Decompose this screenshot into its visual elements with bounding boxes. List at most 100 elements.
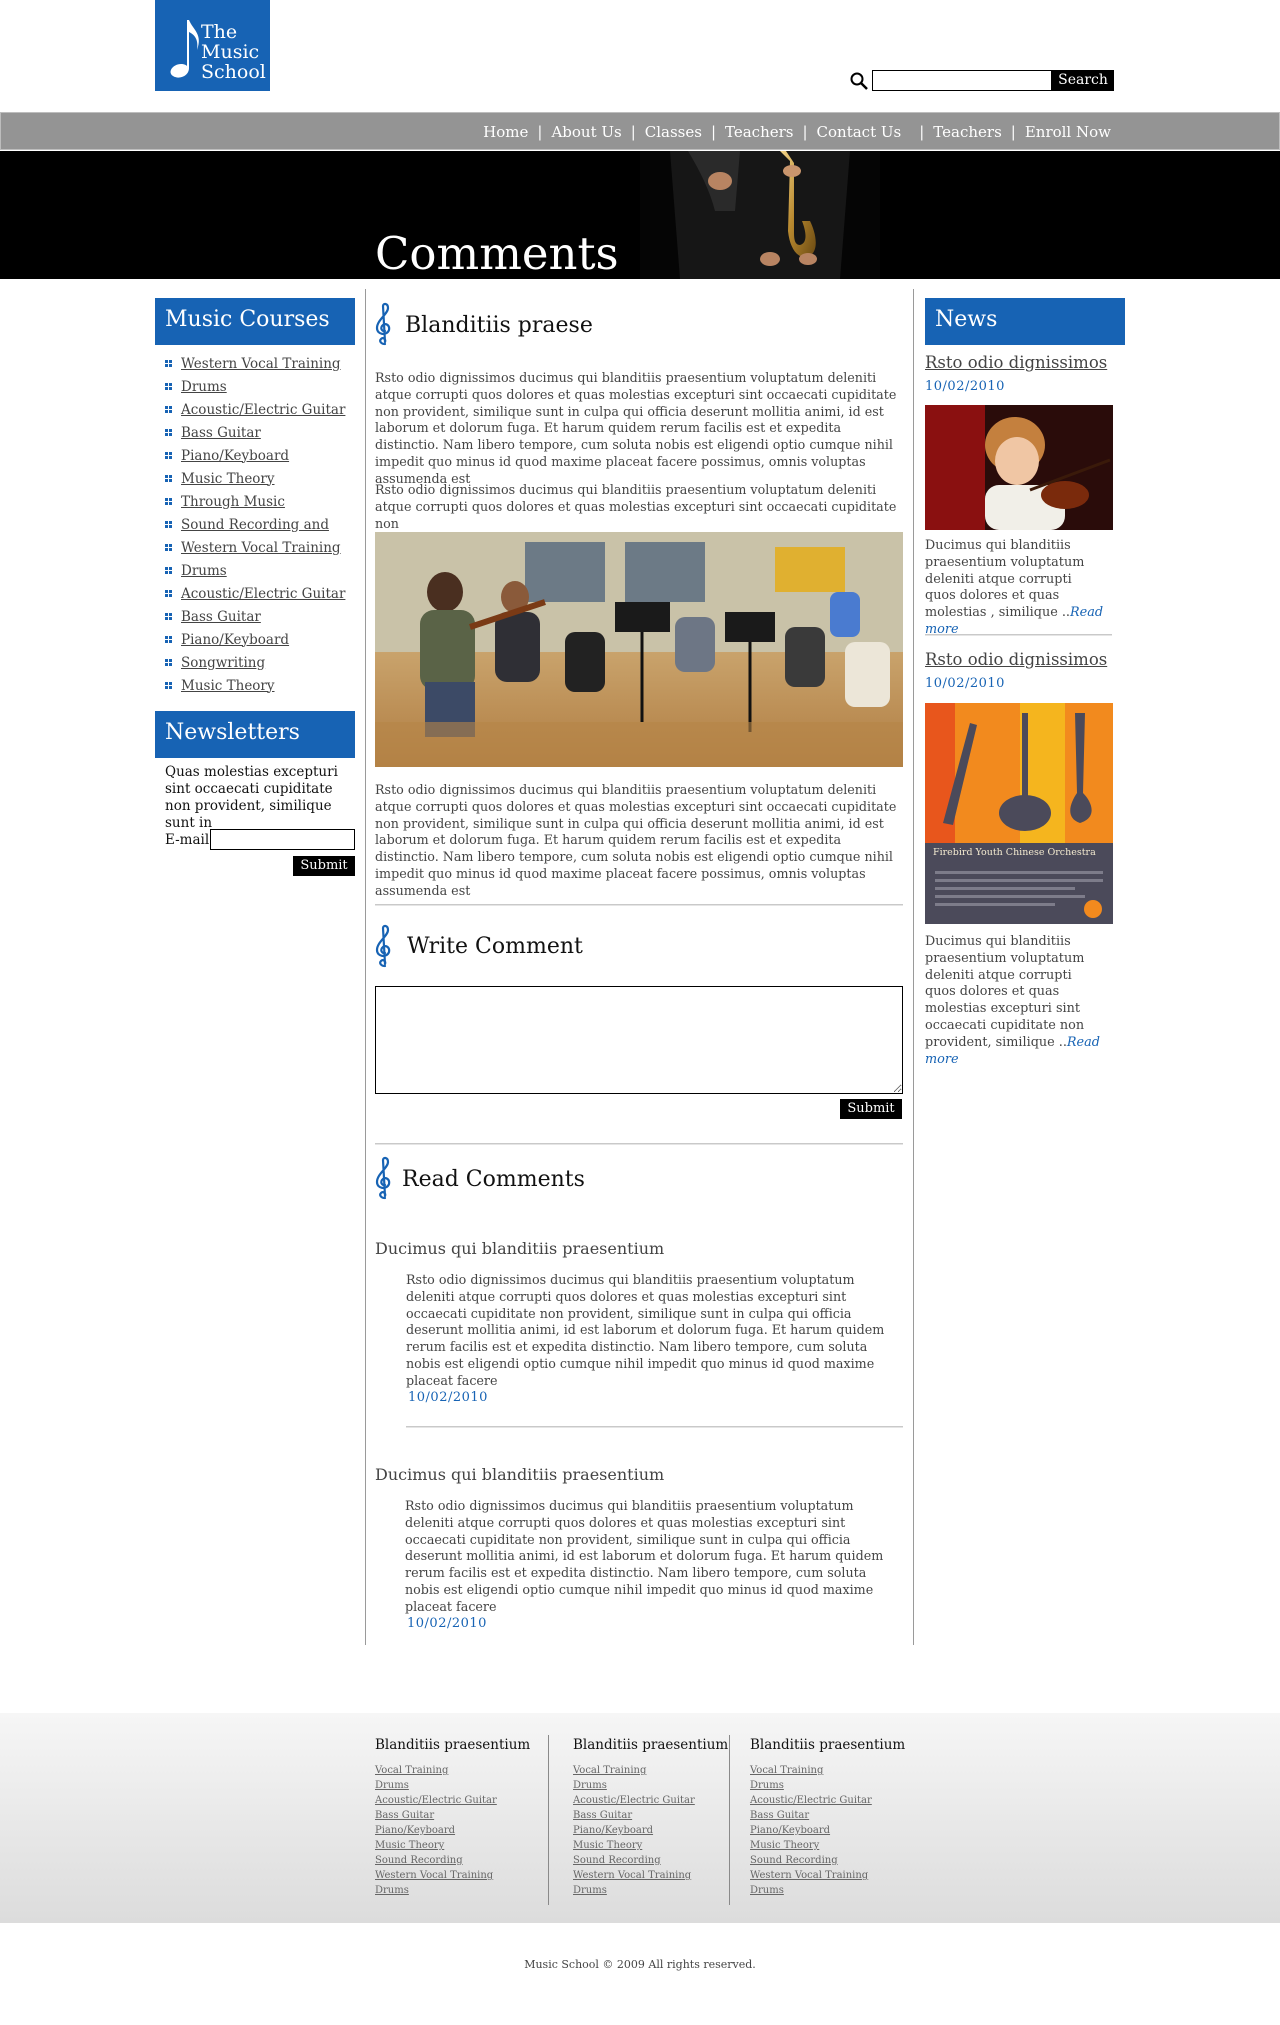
footer-link[interactable]: Western Vocal Training bbox=[750, 1870, 868, 1881]
footer-link[interactable]: Piano/Keyboard bbox=[573, 1825, 653, 1836]
footer-link[interactable]: Sound Recording bbox=[750, 1855, 838, 1866]
footer-link[interactable]: Vocal Training bbox=[573, 1765, 646, 1776]
footer-link[interactable]: Bass Guitar bbox=[573, 1810, 632, 1821]
article-heading: Blanditiis praese bbox=[405, 313, 593, 338]
comment-divider bbox=[406, 1426, 903, 1428]
course-item: Piano/Keyboard bbox=[165, 628, 345, 651]
footer-link[interactable]: Vocal Training bbox=[375, 1765, 448, 1776]
footer-link-list: Vocal Training Drums Acoustic/Electric G… bbox=[573, 1763, 728, 1898]
course-link[interactable]: Drums bbox=[181, 563, 227, 579]
footer-link[interactable]: Sound Recording bbox=[375, 1855, 463, 1866]
grid-bullet-icon bbox=[165, 498, 172, 505]
course-link[interactable]: Songwriting bbox=[181, 655, 265, 671]
footer-column: Blanditiis praesentium Vocal Training Dr… bbox=[750, 1737, 905, 1898]
poster-title: Firebird Youth Chinese Orchestra bbox=[933, 847, 1096, 858]
footer-link[interactable]: Drums bbox=[573, 1885, 607, 1896]
email-field[interactable] bbox=[210, 829, 355, 850]
article-paragraph-3: Rsto odio dignissimos ducimus qui blandi… bbox=[375, 782, 897, 898]
footer-column-heading: Blanditiis praesentium bbox=[573, 1737, 729, 1753]
nav-home[interactable]: Home bbox=[483, 123, 528, 141]
search-icon[interactable] bbox=[849, 71, 869, 91]
footer-link[interactable]: Sound Recording bbox=[573, 1855, 661, 1866]
email-label: E-mail bbox=[165, 832, 210, 848]
footer-link[interactable]: Western Vocal Training bbox=[573, 1870, 691, 1881]
footer-column-heading: Blanditiis praesentium bbox=[750, 1737, 906, 1753]
footer-link[interactable]: Music Theory bbox=[750, 1840, 819, 1851]
course-link[interactable]: Drums bbox=[181, 379, 227, 395]
footer-link[interactable]: Acoustic/Electric Guitar bbox=[573, 1795, 695, 1806]
nav-enroll-now[interactable]: Enroll Now bbox=[1025, 123, 1111, 141]
footer-link[interactable]: Piano/Keyboard bbox=[375, 1825, 455, 1836]
nav-about-us[interactable]: About Us bbox=[551, 123, 621, 141]
course-link[interactable]: Western Vocal Training bbox=[181, 356, 341, 372]
logo-line-3: School bbox=[201, 61, 266, 83]
footer-column: Blanditiis praesentium Vocal Training Dr… bbox=[573, 1737, 728, 1898]
footer-column-heading: Blanditiis praesentium bbox=[375, 1737, 531, 1753]
site-logo[interactable]: The Music School bbox=[155, 0, 270, 91]
course-link[interactable]: Piano/Keyboard bbox=[181, 448, 289, 464]
section-divider bbox=[375, 1143, 903, 1145]
saxophone-player-image bbox=[640, 151, 880, 279]
newsletter-submit-button[interactable]: Submit bbox=[293, 856, 355, 876]
child-violinist-image bbox=[925, 405, 1113, 530]
course-link[interactable]: Through Music bbox=[181, 494, 285, 510]
course-item: Music Theory bbox=[165, 467, 345, 490]
search-button[interactable]: Search bbox=[1052, 70, 1114, 91]
page-title: Comments bbox=[375, 227, 619, 279]
footer-link[interactable]: Drums bbox=[750, 1885, 784, 1896]
nav-teachers-2[interactable]: Teachers bbox=[933, 123, 1001, 141]
footer-link[interactable]: Vocal Training bbox=[750, 1765, 823, 1776]
logo-text: The Music School bbox=[201, 22, 266, 82]
footer-divider bbox=[548, 1735, 549, 1905]
course-link[interactable]: Music Theory bbox=[181, 471, 275, 487]
footer-link[interactable]: Acoustic/Electric Guitar bbox=[375, 1795, 497, 1806]
course-link[interactable]: Western Vocal Training bbox=[181, 540, 341, 556]
newsletter-description: Quas molestias excepturi sint occaecati … bbox=[165, 764, 338, 831]
news-item-text: Ducimus qui blanditiis praesentium volup… bbox=[925, 538, 1085, 621]
course-link[interactable]: Bass Guitar bbox=[181, 609, 261, 625]
nav-classes[interactable]: Classes bbox=[645, 123, 702, 141]
music-courses-heading: Music Courses bbox=[155, 298, 355, 343]
footer-link[interactable]: Drums bbox=[375, 1885, 409, 1896]
footer-divider bbox=[729, 1735, 730, 1905]
footer-link[interactable]: Drums bbox=[750, 1780, 784, 1791]
comment-body: Rsto odio dignissimos ducimus qui blandi… bbox=[406, 1272, 885, 1388]
nav-separator: | bbox=[1010, 123, 1016, 141]
footer-link[interactable]: Music Theory bbox=[375, 1840, 444, 1851]
grid-bullet-icon bbox=[165, 360, 172, 367]
footer-link[interactable]: Drums bbox=[573, 1780, 607, 1791]
copyright-text: Music School © 2009 All rights reserved. bbox=[524, 1958, 756, 1971]
nav-separator: | bbox=[710, 123, 717, 141]
news-item-title[interactable]: Rsto odio dignissimos bbox=[925, 353, 1107, 372]
news-item-text: Ducimus qui blanditiis praesentium volup… bbox=[925, 934, 1085, 1050]
footer-link[interactable]: Drums bbox=[375, 1780, 409, 1791]
course-link[interactable]: Piano/Keyboard bbox=[181, 632, 289, 648]
footer-link[interactable]: Western Vocal Training bbox=[375, 1870, 493, 1881]
course-link[interactable]: Sound Recording and bbox=[181, 517, 329, 533]
news-item-title[interactable]: Rsto odio dignissimos bbox=[925, 650, 1107, 669]
newsletters-heading: Newsletters bbox=[155, 711, 355, 756]
comment-submit-button[interactable]: Submit bbox=[840, 1099, 902, 1119]
search-input[interactable] bbox=[872, 70, 1052, 91]
nav-teachers[interactable]: Teachers bbox=[725, 123, 793, 141]
course-link[interactable]: Acoustic/Electric Guitar bbox=[181, 586, 345, 602]
course-link[interactable]: Acoustic/Electric Guitar bbox=[181, 402, 345, 418]
comment-date: 10/02/2010 bbox=[408, 1390, 488, 1405]
footer-link[interactable]: Bass Guitar bbox=[375, 1810, 434, 1821]
course-item: Bass Guitar bbox=[165, 605, 345, 628]
logo-line-2: Music bbox=[201, 41, 260, 63]
course-item: Bass Guitar bbox=[165, 421, 345, 444]
nav-contact-us[interactable]: Contact Us bbox=[817, 123, 902, 141]
footer-link[interactable]: Bass Guitar bbox=[750, 1810, 809, 1821]
course-link[interactable]: Bass Guitar bbox=[181, 425, 261, 441]
comment-title: Ducimus qui blanditiis praesentium bbox=[375, 1465, 665, 1484]
music-courses-list: Western Vocal Training Drums Acoustic/El… bbox=[165, 352, 345, 697]
footer-link[interactable]: Acoustic/Electric Guitar bbox=[750, 1795, 872, 1806]
music-note-icon bbox=[170, 20, 199, 78]
footer-link[interactable]: Piano/Keyboard bbox=[750, 1825, 830, 1836]
footer-link[interactable]: Music Theory bbox=[573, 1840, 642, 1851]
nav-separator: | bbox=[802, 123, 808, 141]
grid-bullet-icon bbox=[165, 429, 172, 436]
comment-textarea[interactable] bbox=[375, 986, 903, 1094]
course-link[interactable]: Music Theory bbox=[181, 678, 275, 694]
